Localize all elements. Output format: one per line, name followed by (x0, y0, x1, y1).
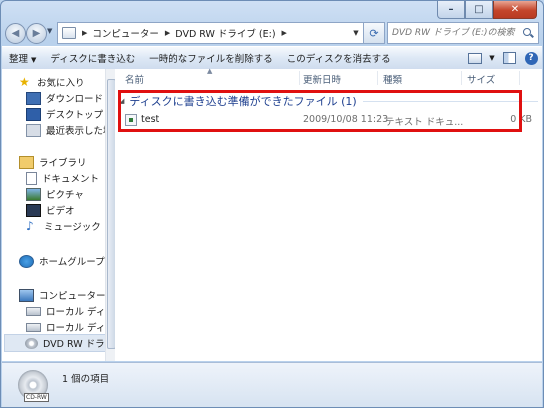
disc-drive-icon (25, 337, 38, 349)
recent-places-icon (26, 123, 41, 137)
preview-pane-button[interactable] (498, 49, 520, 67)
libraries-icon (19, 155, 34, 169)
help-button[interactable]: ? (520, 49, 542, 67)
back-button[interactable]: ◀ (5, 23, 26, 44)
preview-pane-icon (502, 52, 516, 64)
chevron-right-icon[interactable]: ▶ (165, 29, 170, 37)
homegroup-icon (19, 254, 34, 268)
navigation-pane: ★ お気に入り ダウンロード デスクトップ 最近表示した場所 ライブラリ ドキュ… (2, 69, 115, 361)
column-header-size[interactable]: サイズ (467, 72, 495, 86)
view-options-dropdown[interactable]: ▼ (486, 49, 498, 67)
delete-temp-files-button[interactable]: 一時的なファイルを削除する (142, 51, 280, 65)
column-header-date[interactable]: 更新日時 (303, 72, 341, 86)
organize-label: 整理 (9, 54, 29, 65)
computer-icon (62, 27, 76, 39)
item-count: 1 個の項目 (62, 374, 110, 385)
chevron-down-icon: ▼ (31, 56, 37, 64)
column-header-name[interactable]: 名前 (125, 72, 144, 86)
highlight-annotation-box (118, 90, 522, 132)
sidebar-item-local-disk-c[interactable]: ローカル ディスク (26, 303, 114, 319)
address-bar[interactable]: ▶ コンピューター ▶ DVD RW ドライブ (E:) ▶ ▼ (57, 22, 364, 44)
search-icon[interactable] (522, 27, 534, 39)
sidebar-item-computer[interactable]: コンピューター (19, 287, 106, 303)
column-divider[interactable] (377, 71, 378, 85)
sidebar-item-dvd-drive[interactable]: DVD RW ドライブ (4, 334, 114, 352)
sidebar-item-label: コンピューター (39, 291, 106, 302)
sidebar-item-documents[interactable]: ドキュメント (26, 170, 99, 186)
maximize-button[interactable]: □ (465, 1, 493, 19)
sidebar-item-local-disk-d[interactable]: ローカル ディスク (26, 319, 114, 335)
toolbar-right: ▼ ? (464, 49, 542, 67)
erase-disc-button[interactable]: このディスクを消去する (280, 51, 398, 65)
address-dropdown[interactable]: ▼ (349, 29, 363, 37)
disc-label: CD-RW (24, 393, 49, 402)
sort-arrow-icon: ▲ (207, 67, 213, 75)
explorer-window: – □ ✕ ◀ ▶ ▼ ▶ コンピューター ▶ DVD RW ドライブ (E:)… (0, 0, 544, 408)
breadcrumb-computer[interactable]: コンピューター (92, 26, 159, 40)
recent-pages-dropdown[interactable]: ▼ (47, 27, 52, 35)
column-divider[interactable] (299, 71, 300, 85)
search-box[interactable] (387, 22, 539, 44)
sidebar-item-downloads[interactable]: ダウンロード (26, 90, 103, 106)
change-view-button[interactable] (464, 49, 486, 67)
hard-drive-icon (26, 306, 41, 316)
sidebar-item-desktop[interactable]: デスクトップ (26, 106, 103, 122)
column-divider[interactable] (519, 71, 520, 85)
sidebar-item-label: ドキュメント (42, 174, 100, 185)
close-button[interactable]: ✕ (493, 1, 537, 19)
sidebar-item-recent-places[interactable]: 最近表示した場所 (26, 122, 114, 138)
sidebar-item-music[interactable]: ♪ ミュージック (26, 218, 101, 234)
pictures-icon (26, 187, 41, 201)
sidebar-item-label: ダウンロード (46, 94, 104, 105)
downloads-folder-icon (26, 91, 41, 105)
chevron-right-icon[interactable]: ▶ (82, 29, 87, 37)
music-note-icon: ♪ (26, 218, 34, 233)
column-header-row: ▲ 名前 更新日時 種類 サイズ (115, 67, 542, 87)
sidebar-item-label: ミュージック (44, 222, 101, 233)
command-bar: 整理 ▼ ディスクに書き込む 一時的なファイルを削除する このディスクを消去する … (2, 46, 542, 70)
nav-pane-scrollbar[interactable] (105, 69, 116, 361)
sidebar-item-favorites[interactable]: ★ お気に入り (19, 74, 85, 90)
details-pane: CD-RW 1 個の項目 (2, 362, 542, 407)
breadcrumb-dvd-drive[interactable]: DVD RW ドライブ (E:) (175, 26, 275, 40)
caption-buttons: – □ ✕ (437, 1, 537, 19)
column-header-type[interactable]: 種類 (383, 72, 402, 86)
videos-icon (26, 203, 41, 217)
sidebar-item-label: ビデオ (46, 206, 75, 217)
sidebar-item-label: お気に入り (37, 78, 85, 89)
desktop-icon (26, 107, 41, 121)
computer-icon (19, 288, 34, 302)
sidebar-item-pictures[interactable]: ピクチャ (26, 186, 84, 202)
search-input[interactable] (388, 27, 522, 39)
column-divider[interactable] (461, 71, 462, 85)
chevron-right-icon[interactable]: ▶ (282, 29, 287, 37)
sidebar-item-label: ピクチャ (46, 190, 84, 201)
sidebar-item-homegroup[interactable]: ホームグループ (19, 253, 105, 269)
documents-icon (26, 171, 37, 185)
organize-button[interactable]: 整理 ▼ (2, 51, 43, 65)
forward-button[interactable]: ▶ (26, 23, 47, 44)
sidebar-item-videos[interactable]: ビデオ (26, 202, 75, 218)
sidebar-item-libraries[interactable]: ライブラリ (19, 154, 87, 170)
views-icon (468, 52, 482, 64)
address-row: ◀ ▶ ▼ ▶ コンピューター ▶ DVD RW ドライブ (E:) ▶ ▼ ⟳ (5, 21, 539, 45)
star-icon: ★ (19, 74, 30, 89)
burn-to-disc-button[interactable]: ディスクに書き込む (43, 51, 142, 65)
sidebar-item-label: デスクトップ (46, 110, 104, 121)
hard-drive-icon (26, 322, 41, 332)
minimize-button[interactable]: – (437, 1, 465, 19)
refresh-button[interactable]: ⟳ (363, 22, 385, 44)
sidebar-item-label: ライブラリ (39, 158, 87, 169)
help-icon: ? (524, 51, 538, 65)
sidebar-item-label: ホームグループ (39, 257, 105, 268)
